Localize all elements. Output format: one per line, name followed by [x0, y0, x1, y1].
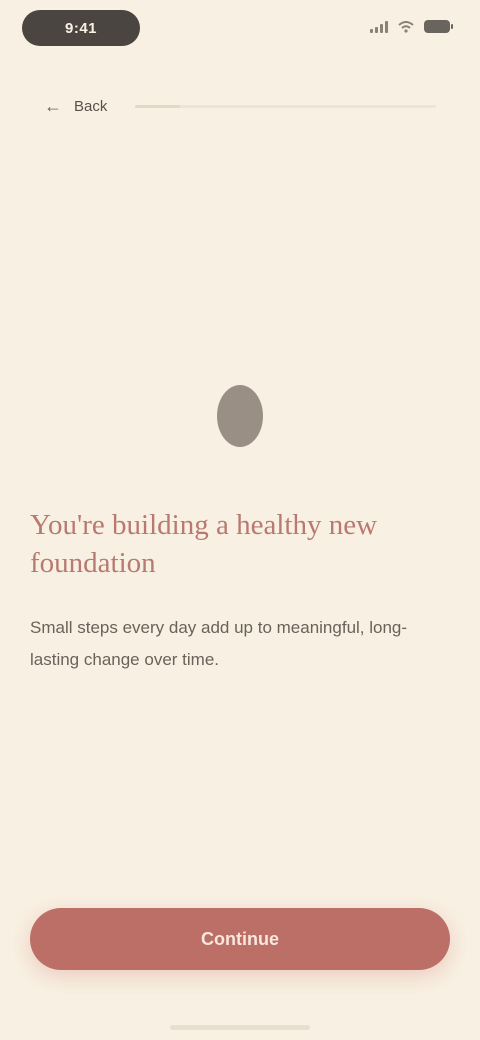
continue-button[interactable]: Continue — [30, 908, 450, 970]
signal-icon — [370, 20, 388, 33]
progress-bar — [135, 104, 436, 108]
progress-fill — [135, 104, 181, 108]
back-button[interactable]: ← Back — [44, 96, 107, 117]
arrow-left-icon: ← — [44, 95, 62, 116]
dot-icon — [208, 384, 272, 448]
headline: You're building a healthy new foundation — [30, 509, 378, 579]
home-indicator — [170, 1025, 310, 1030]
status-bar: 9:41 — [0, 0, 480, 60]
status-time: 9:41 — [22, 10, 140, 46]
back-label: Back — [74, 97, 108, 115]
body-text: Small steps every day add up to meaningf… — [30, 618, 408, 669]
top-navigation: ← Back — [44, 88, 436, 124]
wifi-icon — [398, 20, 414, 33]
battery-icon — [424, 20, 453, 33]
status-icons — [370, 20, 453, 33]
